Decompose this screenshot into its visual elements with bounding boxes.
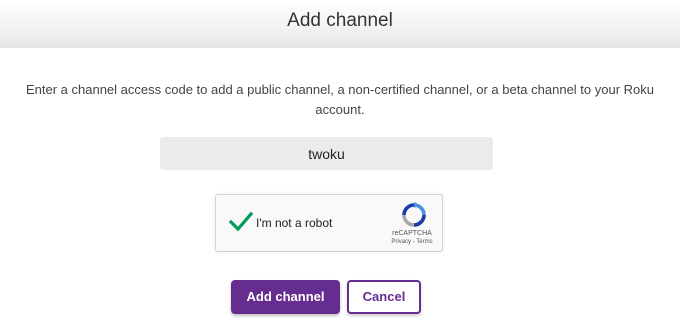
recaptcha-widget: I'm not a robot reCAPTCHA Privacy - Term… (215, 194, 443, 252)
recaptcha-label: I'm not a robot (256, 216, 333, 230)
instructions-line-1: Enter a channel access code to add a pub… (25, 82, 655, 97)
instructions-line-2: account. (315, 102, 365, 117)
add-channel-page: Add channel Enter a channel access code … (0, 0, 680, 323)
channel-code-input[interactable] (160, 137, 493, 170)
checkmark-icon (228, 211, 254, 232)
cancel-button[interactable]: Cancel (347, 280, 421, 314)
recaptcha-checkbox[interactable] (228, 209, 254, 235)
recaptcha-privacy-terms[interactable]: Privacy - Terms (382, 239, 442, 245)
instructions-text: Enter a channel access code to add a pub… (0, 80, 680, 120)
header-bar: Add channel (0, 0, 680, 48)
recaptcha-logo-icon (402, 202, 426, 227)
page-title: Add channel (287, 10, 393, 31)
recaptcha-brand-text: reCAPTCHA (392, 230, 432, 237)
add-channel-button[interactable]: Add channel (231, 280, 340, 314)
